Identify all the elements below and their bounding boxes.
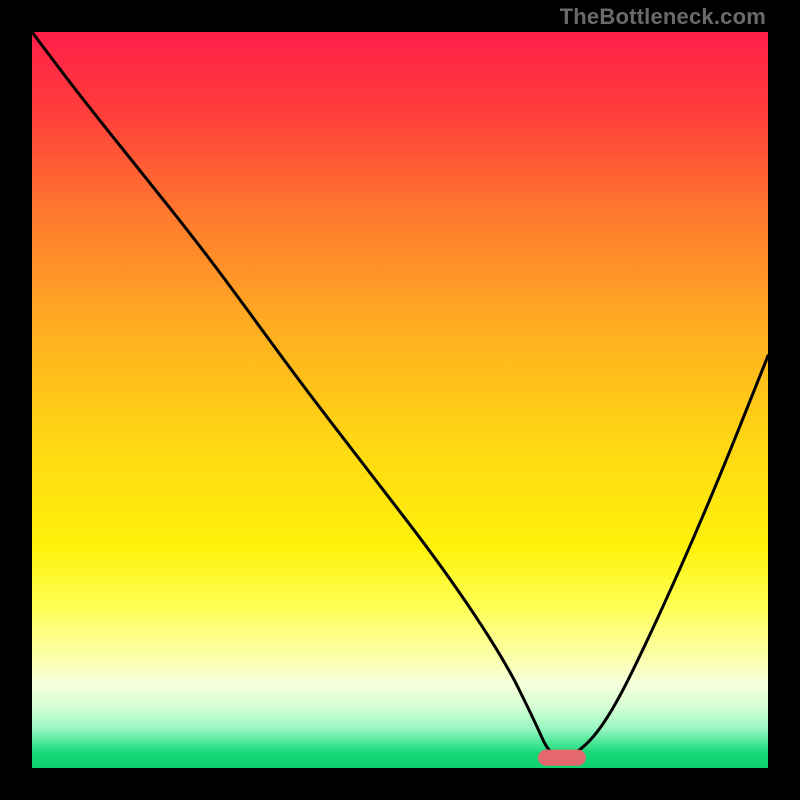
attribution-watermark: TheBottleneck.com (560, 4, 766, 30)
optimal-range-marker (538, 750, 586, 766)
chart-frame: TheBottleneck.com (0, 0, 800, 800)
chart-svg (32, 32, 768, 768)
chart-background (32, 32, 768, 768)
chart-plot-area (32, 32, 768, 768)
